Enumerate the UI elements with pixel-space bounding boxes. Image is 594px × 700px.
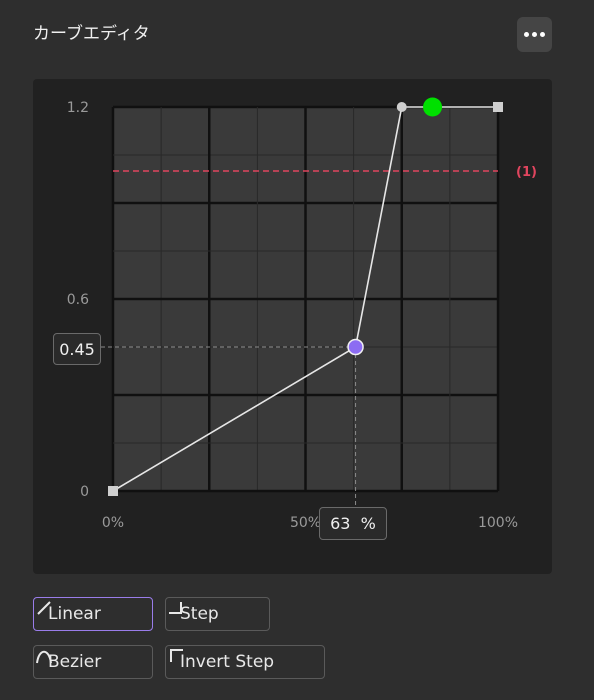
invert-step-icon xyxy=(170,649,183,662)
curve-point[interactable] xyxy=(396,102,407,112)
x-tick-label: 0% xyxy=(102,515,124,531)
linear-icon xyxy=(37,601,51,615)
mode-linear-button[interactable]: Linear xyxy=(33,597,153,631)
y-tick-label: 0.6 xyxy=(67,292,89,308)
curve-point-selected[interactable] xyxy=(347,338,364,356)
step-icon xyxy=(169,602,182,614)
curve-point-square[interactable] xyxy=(493,102,503,112)
x-tick-label: 100% xyxy=(478,515,518,531)
y-value-field[interactable]: 0.45 xyxy=(53,333,101,365)
y-tick-label: 0 xyxy=(80,484,89,500)
y-tick-label: 1.2 xyxy=(67,100,89,116)
x-tick-label: 50% xyxy=(290,515,321,531)
mode-step-button[interactable]: Step xyxy=(165,597,270,631)
x-value-field[interactable]: 63 % xyxy=(319,507,387,540)
curve-point-square[interactable] xyxy=(108,486,118,496)
bezier-icon xyxy=(36,650,52,664)
curve-handle[interactable] xyxy=(423,97,443,117)
reference-line-label: (1) xyxy=(516,165,537,180)
more-options-button[interactable] xyxy=(517,17,552,52)
mode-invert-step-button[interactable]: Invert Step xyxy=(165,645,325,679)
more-icon xyxy=(524,32,529,37)
mode-bezier-button[interactable]: Bezier xyxy=(33,645,153,679)
curve-graph-panel[interactable]: (1) 1.2 0.6 0 0% 50% 100% 0.45 63 % xyxy=(33,79,552,574)
curve-graph[interactable]: (1) 1.2 0.6 0 0% 50% 100% xyxy=(33,79,552,574)
panel-title: カーブエディタ xyxy=(33,24,150,44)
